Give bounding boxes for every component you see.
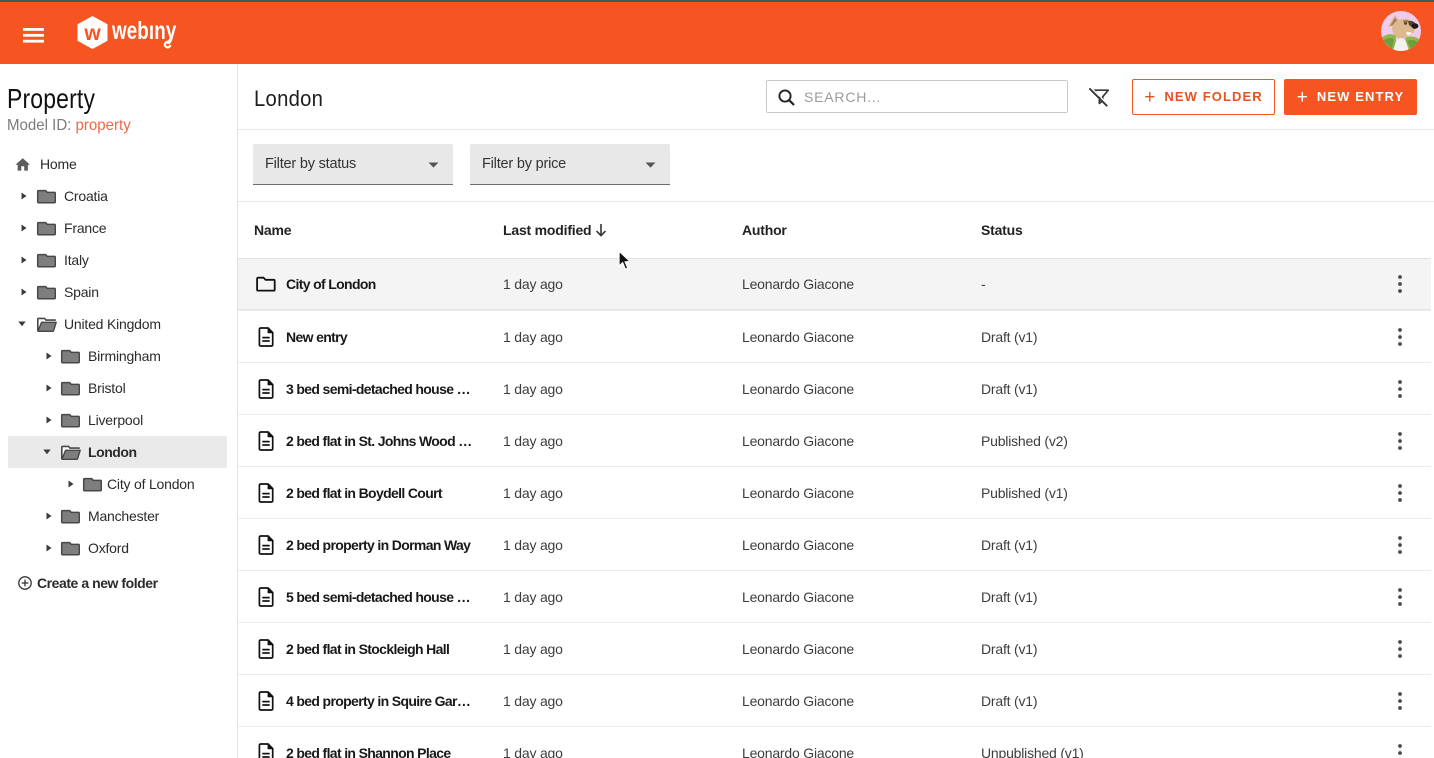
svg-text:w: w bbox=[83, 22, 101, 45]
